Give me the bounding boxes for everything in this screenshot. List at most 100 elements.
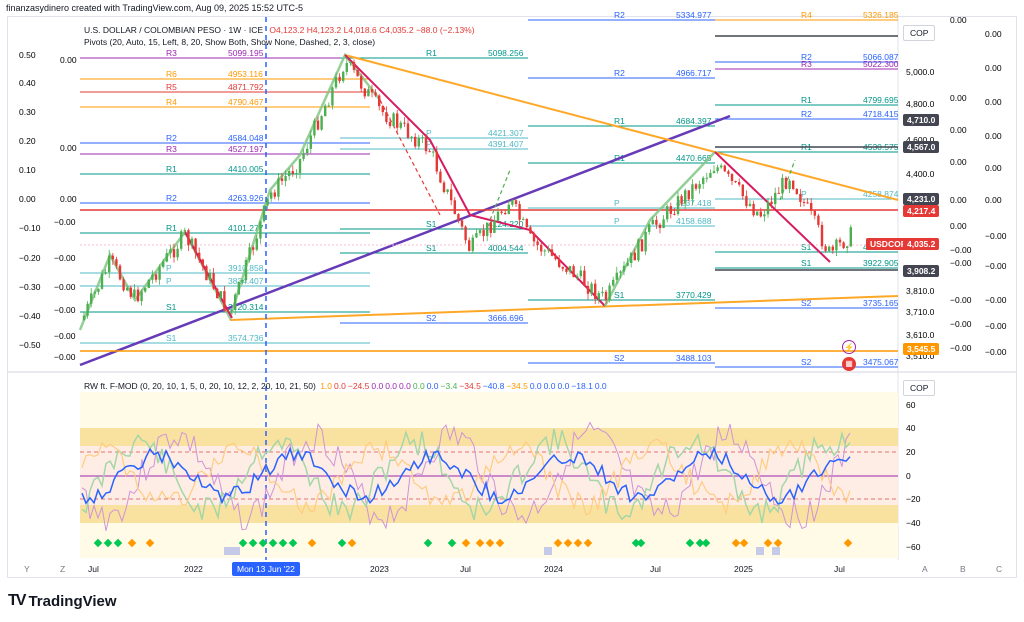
candle-body[interactable] <box>187 230 190 246</box>
candle-body[interactable] <box>810 202 813 211</box>
candle-body[interactable] <box>496 211 500 221</box>
candle-body[interactable] <box>608 285 611 301</box>
chart-canvas[interactable]: 6040200−20−40−605,000.04,800.04,600.04,4… <box>0 0 1024 622</box>
candle-body[interactable] <box>399 122 402 128</box>
candle-body[interactable] <box>594 283 597 299</box>
candle-body[interactable] <box>471 237 474 251</box>
candle-body[interactable] <box>745 196 748 207</box>
candle-body[interactable] <box>777 192 780 194</box>
candle-body[interactable] <box>615 272 618 280</box>
candle-body[interactable] <box>295 173 298 175</box>
candle-body[interactable] <box>464 226 467 241</box>
candle-body[interactable] <box>255 238 258 250</box>
scale-button[interactable]: Z <box>60 564 65 574</box>
candle-body[interactable] <box>489 222 492 233</box>
candle-body[interactable] <box>266 198 269 206</box>
candle-body[interactable] <box>813 210 816 216</box>
candle-body[interactable] <box>133 289 136 297</box>
candle-body[interactable] <box>172 249 176 258</box>
candle-body[interactable] <box>748 203 752 207</box>
candle-body[interactable] <box>565 268 568 272</box>
candle-body[interactable] <box>482 230 485 237</box>
candle-body[interactable] <box>457 214 460 221</box>
candle-body[interactable] <box>720 165 723 168</box>
candle-body[interactable] <box>792 180 795 189</box>
candle-body[interactable] <box>680 196 683 204</box>
candle-body[interactable] <box>316 120 320 130</box>
candle-body[interactable] <box>241 280 244 283</box>
candle-body[interactable] <box>763 214 766 217</box>
candle-body[interactable] <box>349 61 352 63</box>
price-tag[interactable]: 3,908.2 <box>903 265 940 277</box>
candle-body[interactable] <box>759 211 762 217</box>
candle-body[interactable] <box>842 242 845 249</box>
candle-body[interactable] <box>504 212 507 215</box>
candle-body[interactable] <box>766 201 770 215</box>
candle-body[interactable] <box>705 177 708 179</box>
candle-body[interactable] <box>280 178 284 181</box>
candle-body[interactable] <box>846 246 849 249</box>
candle-body[interactable] <box>460 220 464 227</box>
candle-body[interactable] <box>223 291 226 311</box>
candle-body[interactable] <box>669 206 672 214</box>
candle-body[interactable] <box>432 151 435 153</box>
candle-body[interactable] <box>320 116 323 130</box>
rw-legend[interactable]: RW ft. F-MOD (0, 20, 10, 1, 5, 0, 20, 10… <box>84 381 611 391</box>
candle-body[interactable] <box>370 89 374 93</box>
candle-body[interactable] <box>486 222 489 237</box>
candle-body[interactable] <box>554 255 557 260</box>
candle-body[interactable] <box>439 171 442 183</box>
candle-body[interactable] <box>176 248 179 258</box>
candle-body[interactable] <box>331 87 334 106</box>
candle-body[interactable] <box>518 204 521 220</box>
candle-body[interactable] <box>637 239 640 261</box>
scale-button[interactable]: A <box>922 564 928 574</box>
candle-body[interactable] <box>165 253 168 262</box>
candle-body[interactable] <box>795 188 798 194</box>
candle-body[interactable] <box>788 180 791 190</box>
candle-body[interactable] <box>450 189 453 201</box>
candle-body[interactable] <box>435 151 438 172</box>
candle-body[interactable] <box>428 151 431 153</box>
candle-body[interactable] <box>352 61 356 70</box>
candle-body[interactable] <box>687 190 690 200</box>
candle-body[interactable] <box>147 279 150 288</box>
currency-label[interactable]: COP <box>903 25 936 41</box>
candle-body[interactable] <box>108 255 111 273</box>
candle-body[interactable] <box>129 287 132 297</box>
candle-body[interactable] <box>543 250 546 252</box>
candle-body[interactable] <box>824 246 827 251</box>
candle-body[interactable] <box>831 246 834 251</box>
candle-body[interactable] <box>806 202 809 204</box>
candle-body[interactable] <box>655 219 658 225</box>
candle-body[interactable] <box>291 171 294 174</box>
candle-body[interactable] <box>651 219 654 225</box>
price-tag[interactable]: 4,035.2 <box>903 238 940 250</box>
candle-body[interactable] <box>702 177 705 185</box>
candle-body[interactable] <box>406 123 410 138</box>
candle-body[interactable] <box>849 227 852 247</box>
candle-body[interactable] <box>93 291 96 294</box>
candle-body[interactable] <box>612 279 615 286</box>
candle-body[interactable] <box>288 171 291 177</box>
candle-body[interactable] <box>784 177 788 190</box>
candle-body[interactable] <box>82 315 86 320</box>
candle-body[interactable] <box>162 261 165 267</box>
candle-body[interactable] <box>417 138 420 147</box>
candle-body[interactable] <box>662 219 665 229</box>
candle-body[interactable] <box>781 177 784 194</box>
candle-body[interactable] <box>817 215 820 225</box>
candle-body[interactable] <box>475 233 478 238</box>
scale-button[interactable]: C <box>996 564 1002 574</box>
candle-body[interactable] <box>421 137 424 139</box>
candle-body[interactable] <box>583 270 586 286</box>
candle-body[interactable] <box>712 171 716 173</box>
candle-body[interactable] <box>453 200 456 215</box>
candle-body[interactable] <box>259 221 262 239</box>
candle-body[interactable] <box>666 206 669 220</box>
candle-body[interactable] <box>212 273 215 289</box>
candle-body[interactable] <box>309 135 312 149</box>
candle-body[interactable] <box>514 200 518 205</box>
candle-body[interactable] <box>536 241 539 245</box>
candle-body[interactable] <box>835 239 838 251</box>
